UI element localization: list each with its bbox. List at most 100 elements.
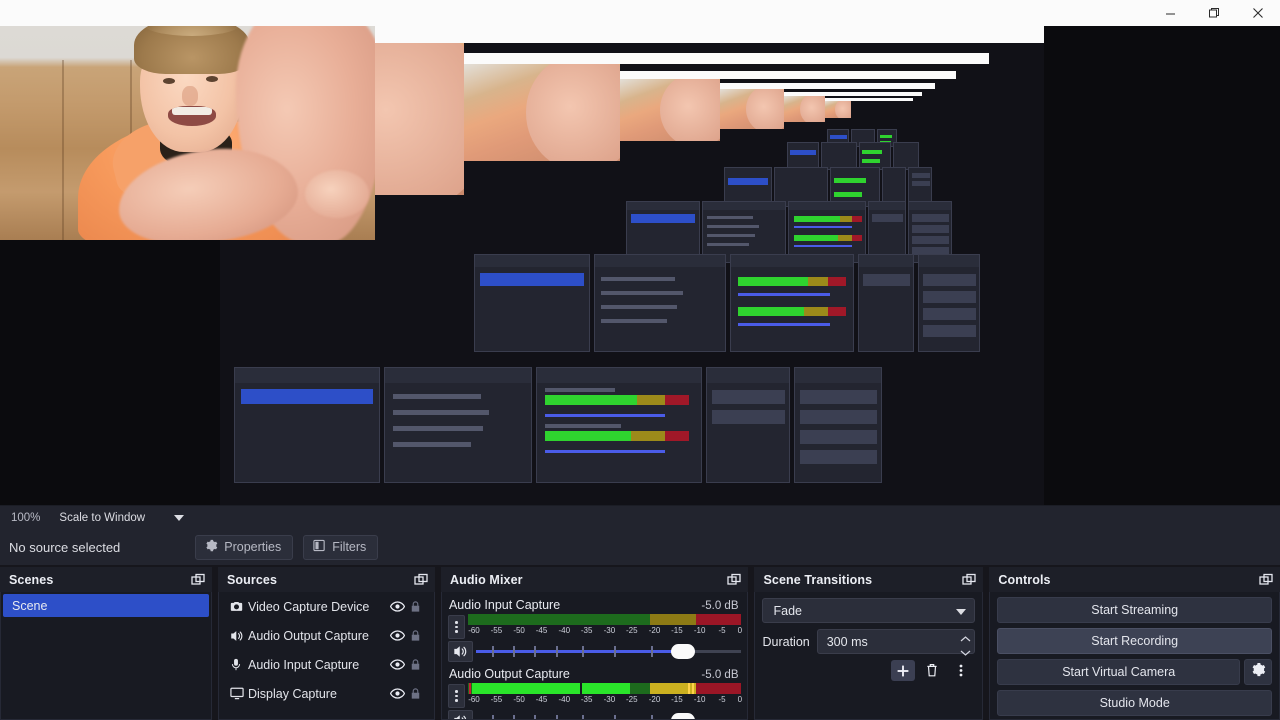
popout-icon[interactable]: [1258, 572, 1274, 588]
popout-icon[interactable]: [413, 572, 429, 588]
filters-button-label: Filters: [332, 540, 367, 554]
preview-zoom-level: 100%: [11, 511, 41, 524]
maximize-icon: [1208, 7, 1220, 19]
lock-icon[interactable]: [407, 687, 424, 700]
nested-scenes-dock-1: [234, 367, 380, 483]
speaker-icon[interactable]: [447, 710, 473, 719]
source-list-item[interactable]: Video Capture Device: [219, 592, 434, 621]
filters-button[interactable]: Filters: [303, 534, 379, 560]
start-recording-button[interactable]: Start Recording: [997, 628, 1272, 654]
audio-channel-db: -5.0 dB: [701, 669, 739, 681]
meter-tick: -25: [626, 695, 638, 704]
transition-select[interactable]: Fade: [762, 598, 976, 623]
chevron-down-icon[interactable]: [960, 645, 971, 659]
trash-icon[interactable]: [920, 660, 944, 681]
preview-scale-bar: 100% Scale to Window: [0, 505, 1280, 529]
popout-icon[interactable]: [726, 572, 742, 588]
volume-slider[interactable]: [475, 641, 742, 662]
meter-tick: -40: [558, 626, 571, 635]
meter-tick: -20: [648, 695, 661, 704]
microphone-icon: [230, 658, 247, 671]
sources-list[interactable]: Video Capture Device Audio Output Captur…: [217, 592, 435, 720]
meter-tick: -15: [671, 695, 683, 704]
studio-mode-button[interactable]: Studio Mode: [997, 690, 1272, 716]
scene-list-item[interactable]: Scene: [3, 594, 209, 617]
meter-tick: -5: [718, 626, 726, 635]
audio-channel-name: Audio Input Capture: [448, 598, 561, 612]
popout-icon[interactable]: [961, 572, 977, 588]
audio-channel-db: -5.0 dB: [701, 600, 739, 612]
audio-channel: Audio Output Capture -5.0 dB -60 -55 -50…: [447, 667, 742, 719]
duration-label: Duration: [762, 634, 810, 649]
scene-transitions-dock: Scene Transitions Fade Duration 300 ms: [754, 567, 984, 720]
scenes-dock-header: Scenes: [0, 567, 212, 592]
meter-tick: -35: [580, 695, 593, 704]
kebab-icon[interactable]: [949, 660, 973, 681]
kebab-icon[interactable]: [447, 615, 465, 639]
properties-button[interactable]: Properties: [195, 534, 294, 560]
scene-item-label: Scene: [12, 598, 48, 613]
audio-meter-ticks: -60 -55 -50 -45 -40 -35 -30 -25 -20 -15: [468, 695, 742, 707]
nested-mixer-dock-1: [536, 367, 702, 483]
sources-dock-header: Sources: [217, 567, 435, 592]
meter-tick: -45: [535, 695, 548, 704]
duration-value: 300 ms: [826, 634, 868, 649]
meter-tick: -30: [603, 626, 616, 635]
popout-icon[interactable]: [190, 572, 206, 588]
preview-area[interactable]: [0, 26, 1280, 505]
lock-icon[interactable]: [407, 629, 424, 642]
window-maximize-button[interactable]: [1192, 0, 1236, 26]
nested-obs-level-4: [720, 83, 935, 211]
source-toolbar: No source selected Properties Filters: [0, 529, 1280, 565]
eye-icon[interactable]: [388, 686, 407, 701]
scenes-dock: Scenes Scene: [0, 567, 212, 720]
volume-slider[interactable]: [476, 710, 742, 719]
virtual-camera-settings-button[interactable]: [1244, 659, 1272, 685]
chevron-up-icon[interactable]: [960, 631, 971, 645]
eye-icon[interactable]: [388, 657, 407, 672]
audio-channel-name: Audio Output Capture: [448, 667, 570, 681]
close-icon: [1252, 7, 1264, 19]
controls-dock-title: Controls: [998, 572, 1051, 587]
plus-icon[interactable]: [891, 660, 916, 681]
lock-icon[interactable]: [407, 600, 424, 613]
preview-fit-mode[interactable]: Scale to Window: [59, 512, 145, 524]
window-close-button[interactable]: [1236, 0, 1280, 26]
start-virtual-camera-label: Start Virtual Camera: [1062, 665, 1176, 679]
kebab-icon[interactable]: [447, 684, 465, 708]
audio-mixer-dock: Audio Mixer Audio Input Capture -5.0 dB: [440, 567, 749, 720]
selected-source-status: No source selected: [9, 539, 121, 555]
nested-obs-level-2: [464, 53, 989, 365]
eye-icon[interactable]: [388, 628, 407, 643]
minimize-icon: [1165, 8, 1176, 19]
properties-button-label: Properties: [224, 540, 282, 554]
chevron-down-icon[interactable]: [174, 514, 185, 521]
dock-row: Scenes Scene Sources Video Capture Devic…: [0, 567, 1280, 720]
source-list-item[interactable]: Audio Input Capture: [219, 650, 434, 679]
start-streaming-button[interactable]: Start Streaming: [997, 597, 1272, 623]
video-capture-device-source: [0, 26, 375, 240]
lock-icon[interactable]: [407, 658, 424, 671]
meter-tick: -15: [671, 626, 683, 635]
window-minimize-button[interactable]: [1148, 0, 1192, 26]
volume-slider-handle[interactable]: [671, 644, 696, 659]
speaker-icon[interactable]: [447, 641, 473, 662]
start-virtual-camera-button[interactable]: Start Virtual Camera: [997, 659, 1240, 685]
audio-mixer-list[interactable]: Audio Input Capture -5.0 dB -60 -55 -50 …: [440, 592, 749, 720]
preview-canvas[interactable]: [0, 26, 1280, 505]
source-list-item[interactable]: Display Capture: [219, 679, 434, 708]
source-item-label: Video Capture Device: [247, 599, 370, 614]
nested-obs-level-3: [620, 71, 956, 271]
controls-dock: Controls Start Streaming Start Recording: [989, 567, 1280, 720]
scenes-list[interactable]: Scene: [0, 592, 212, 720]
duration-input[interactable]: 300 ms: [816, 629, 976, 656]
scene-transitions-dock-title: Scene Transitions: [763, 572, 873, 587]
eye-icon[interactable]: [388, 599, 407, 614]
audio-level-meter: [467, 614, 742, 625]
gear-icon: [1251, 662, 1266, 682]
nested-controls-dock-1: [794, 367, 882, 483]
meter-tick: -60: [468, 695, 480, 704]
source-list-item[interactable]: Audio Output Capture: [219, 621, 434, 650]
sources-dock: Sources Video Capture Device Audio Outpu…: [217, 567, 435, 720]
volume-slider-handle[interactable]: [671, 713, 696, 719]
